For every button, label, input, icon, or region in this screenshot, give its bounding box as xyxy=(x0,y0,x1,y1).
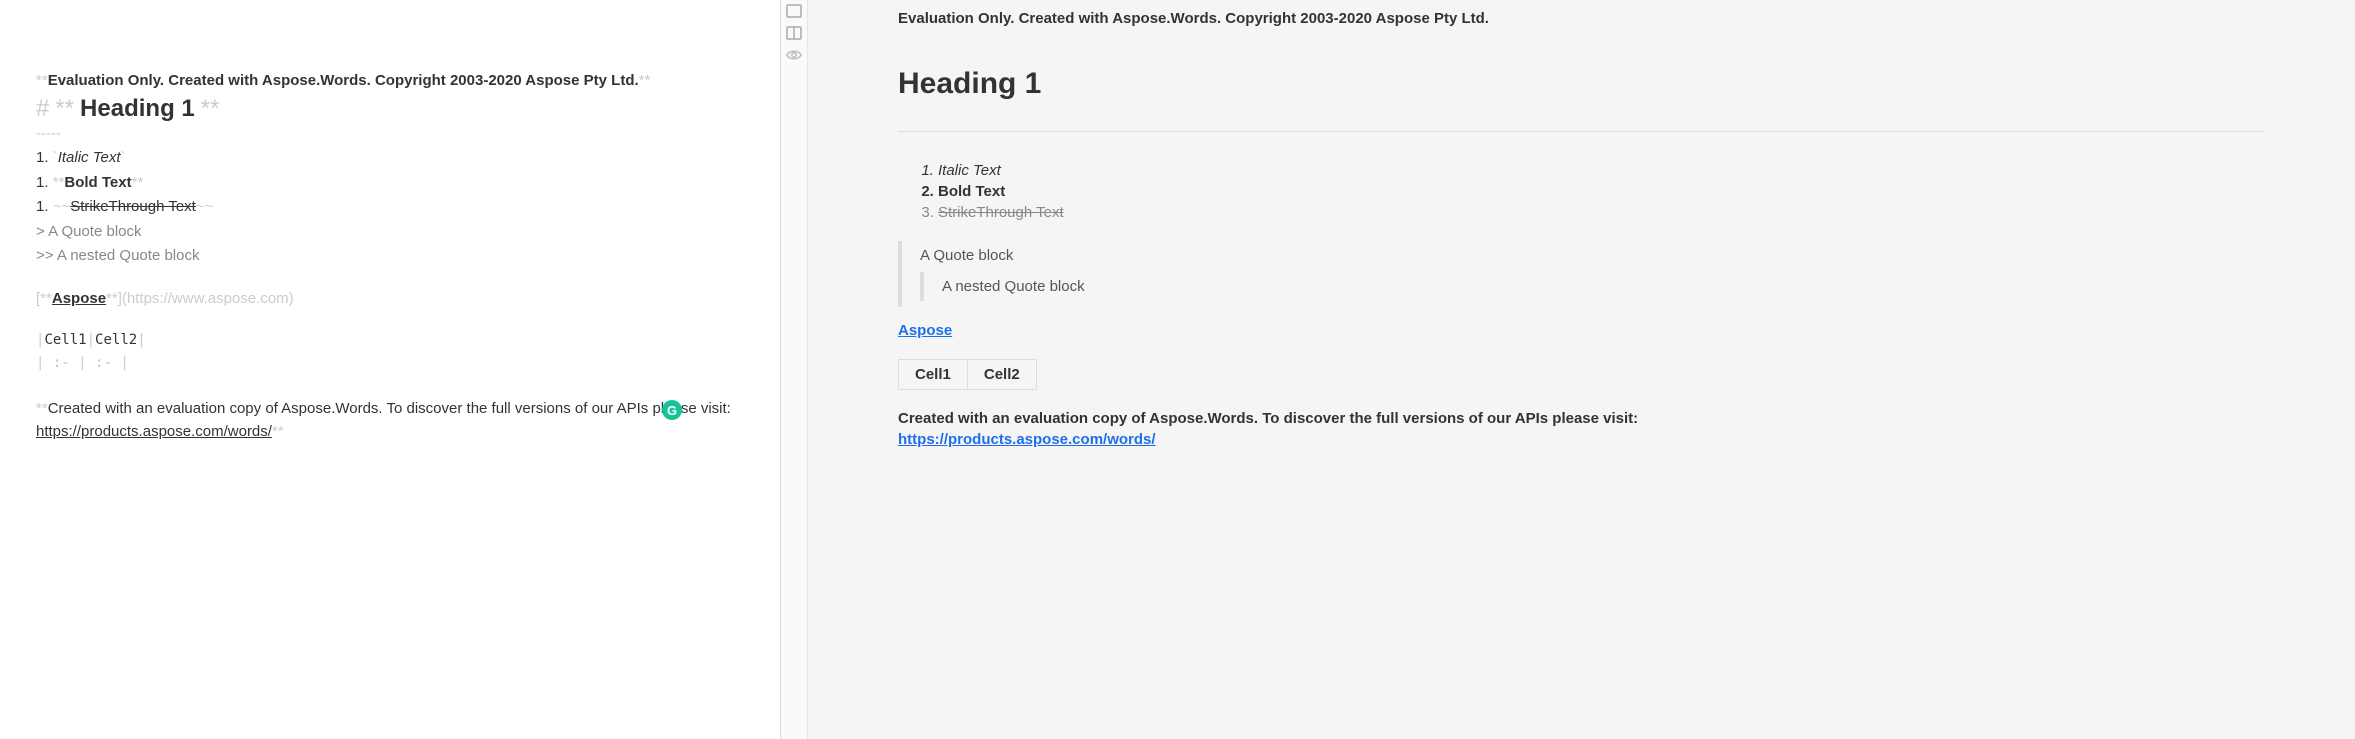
markdown-preview-pane: Evaluation Only. Created with Aspose.Wor… xyxy=(808,0,2355,739)
eval-footer-text: Created with an evaluation copy of Aspos… xyxy=(48,400,731,417)
eval-footer-link-src[interactable]: https://products.aspose.com/words/ xyxy=(36,423,272,440)
pipe: | xyxy=(87,332,95,348)
preview-eye-icon[interactable] xyxy=(786,48,802,62)
split-pane-icon[interactable] xyxy=(786,26,802,40)
grammarly-letter: G xyxy=(667,403,677,418)
link-stars-open: ** xyxy=(40,290,52,307)
preview-quote: A Quote block A nested Quote block xyxy=(898,241,2265,307)
list-strike-line: 1. ~~StrikeThrough Text~~ xyxy=(36,196,744,219)
quote1-text: A Quote block xyxy=(48,223,141,240)
quote2-line: >> A nested Quote block xyxy=(36,245,744,268)
heading-hash: # xyxy=(36,95,49,123)
bold-delim-open2: ** xyxy=(53,174,65,191)
preview-heading: Heading 1 xyxy=(898,67,2265,101)
strike-delim-close: ~~ xyxy=(196,198,214,215)
preview-eval-notice: Evaluation Only. Created with Aspose.Wor… xyxy=(898,10,2265,27)
heading-stars-open: ** xyxy=(55,95,74,123)
table-row: Cell1 Cell2 xyxy=(899,360,1037,390)
view-mode-gutter xyxy=(780,0,808,739)
pipe: | xyxy=(36,355,44,371)
strike-delim-open: ~~ xyxy=(53,198,71,215)
footer-stars-open: ** xyxy=(36,400,48,417)
markdown-editor-pane[interactable]: **Evaluation Only. Created with Aspose.W… xyxy=(0,0,780,739)
link-mid: ]( xyxy=(118,290,127,307)
bold-delim-close2: ** xyxy=(132,174,144,191)
preview-hr xyxy=(898,131,2265,132)
link-url-src: https://www.aspose.com xyxy=(127,290,289,307)
table-header-cell2: Cell2 xyxy=(967,360,1036,390)
single-pane-icon[interactable] xyxy=(786,4,802,18)
eval-notice-line: **Evaluation Only. Created with Aspose.W… xyxy=(36,70,744,93)
preview-closing-link[interactable]: https://products.aspose.com/words/ xyxy=(898,431,1156,448)
table-header-line: |Cell1|Cell2| xyxy=(36,330,744,351)
bold-delim-open: ** xyxy=(36,72,48,89)
preview-table: Cell1 Cell2 xyxy=(898,359,1037,390)
heading-text: Heading 1 xyxy=(80,95,195,123)
preview-quote-nested: A nested Quote block xyxy=(920,272,2265,301)
pipe: | xyxy=(78,355,86,371)
eval-footer-line: **Created with an evaluation copy of Asp… xyxy=(36,398,744,443)
preview-closing: Created with an evaluation copy of Aspos… xyxy=(898,410,2265,448)
closing-text: Created with an evaluation copy of Aspos… xyxy=(898,410,1638,427)
quote2-prefix: >> xyxy=(36,247,54,264)
list-index: 1. xyxy=(36,149,49,166)
bold-delim-close: ** xyxy=(639,72,651,89)
link-stars-close: ** xyxy=(106,290,118,307)
align2: :- xyxy=(95,355,120,371)
link-text-src: Aspose xyxy=(52,290,106,307)
list-bold-line: 1. **Bold Text** xyxy=(36,172,744,195)
list-item-strike: StrikeThrough Text xyxy=(938,204,2265,221)
quote2-text-preview: A nested Quote block xyxy=(942,278,1085,295)
pipe: | xyxy=(120,355,128,371)
list-item-bold: Bold Text xyxy=(938,183,2265,200)
strike-text-src: StrikeThrough Text xyxy=(70,198,196,215)
pipe: | xyxy=(137,332,145,348)
list-index: 1. xyxy=(36,198,49,215)
eval-notice-text: Evaluation Only. Created with Aspose.Wor… xyxy=(48,72,639,89)
quote2-text: A nested Quote block xyxy=(57,247,200,264)
italic-delim-close: ` xyxy=(121,149,126,166)
preview-aspose-link[interactable]: Aspose xyxy=(898,322,952,339)
quote1-text-preview: A Quote block xyxy=(920,247,1013,264)
list-item-italic: Italic Text xyxy=(938,162,2265,179)
table-align-line: | :- | :- | xyxy=(36,353,744,374)
align1: :- xyxy=(53,355,78,371)
bold-text-src: Bold Text xyxy=(64,174,131,191)
italic-text-src: Italic Text xyxy=(58,149,121,166)
list-italic-line: 1. `Italic Text` xyxy=(36,147,744,170)
quote1-prefix: > xyxy=(36,223,45,240)
cell1-src: Cell1 xyxy=(44,332,86,348)
link-line: [**Aspose**](https://www.aspose.com) xyxy=(36,288,744,311)
table-header-cell1: Cell1 xyxy=(899,360,968,390)
preview-list: Italic Text Bold Text StrikeThrough Text xyxy=(898,162,2265,221)
grammarly-icon[interactable]: G xyxy=(662,400,682,420)
link-close-bracket: ) xyxy=(289,290,294,307)
heading-stars-close: ** xyxy=(201,95,220,123)
list-index: 1. xyxy=(36,174,49,191)
quote1-line: > A Quote block xyxy=(36,221,744,244)
cell2-src: Cell2 xyxy=(95,332,137,348)
heading-line: # **Heading 1** xyxy=(36,95,744,123)
hr-source: ----- xyxy=(36,123,744,146)
footer-stars-close: ** xyxy=(272,423,284,440)
